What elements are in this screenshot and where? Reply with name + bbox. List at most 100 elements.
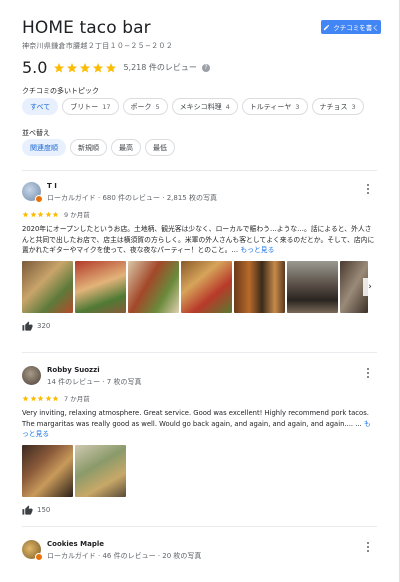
divider [22, 526, 377, 527]
review-photos [22, 444, 377, 497]
review-time: 7 か月前 [64, 395, 90, 403]
sort-lowest[interactable]: 最低 [145, 139, 175, 156]
place-address: 神奈川県鎌倉市腰越２丁目１０−２５−２０２ [22, 42, 174, 50]
reviewer-name[interactable]: T I [47, 182, 217, 190]
reviewer-name[interactable]: Robby Suozzi [47, 366, 142, 374]
topics-label: クチコミの多いトピック [22, 87, 99, 95]
read-more-link[interactable]: もっと見る [240, 246, 274, 254]
star-icon [80, 62, 91, 72]
review-header: T I ローカルガイド · 680 件のレビュー · 2,815 枚の写真 [22, 182, 377, 203]
like-count: 320 [37, 322, 51, 330]
sort-label: 並べ替え [22, 129, 50, 137]
chip-label: ナチョス [319, 102, 348, 111]
reviewer-meta: Cookies Maple ローカルガイド · 46 件のレビュー · 20 枚… [47, 540, 201, 561]
thumb-up-icon[interactable] [22, 504, 33, 516]
local-guide-badge [35, 195, 43, 203]
more-vert-icon[interactable] [365, 542, 371, 552]
write-review-label: クチコミを書く [333, 24, 379, 32]
topic-chip-burrito[interactable]: ブリトー 17 [62, 98, 119, 115]
reviews-panel: HOME taco bar 神奈川県鎌倉市腰越２丁目１０−２５−２０２ クチコミ… [0, 0, 400, 582]
review-photo[interactable] [181, 260, 232, 313]
avatar[interactable] [22, 182, 43, 203]
help-icon[interactable]: ? [201, 63, 210, 72]
star-icon [52, 395, 59, 401]
chip-label: メキシコ料理 [179, 102, 222, 111]
review-header: Cookies Maple ローカルガイド · 46 件のレビュー · 20 枚… [22, 540, 377, 561]
review-photo[interactable] [234, 260, 285, 313]
reviewer-meta: Robby Suozzi 14 件のレビュー · 7 枚の写真 [47, 366, 142, 387]
reviewer-name[interactable]: Cookies Maple [47, 540, 201, 548]
chip-count: 5 [155, 102, 160, 111]
topic-chip-tortilla[interactable]: トルティーヤ 3 [241, 98, 308, 115]
reviewer-stats: ローカルガイド · 680 件のレビュー · 2,815 枚の写真 [47, 194, 217, 202]
average-rating: 5.0 [22, 58, 48, 77]
review-rating: 9 か月前 [22, 209, 377, 219]
review-photo[interactable] [128, 260, 179, 313]
place-header: HOME taco bar 神奈川県鎌倉市腰越２丁目１０−２５−２０２ クチコミ… [22, 18, 381, 51]
star-icon [106, 62, 117, 72]
star-icon [45, 211, 51, 217]
topic-chip-all[interactable]: すべて [22, 98, 59, 115]
thumb-up-icon[interactable] [22, 320, 33, 332]
avatar[interactable] [22, 366, 41, 385]
review-card: Cookies Maple ローカルガイド · 46 件のレビュー · 20 枚… [22, 540, 377, 561]
chip-label: ブリトー [70, 102, 99, 111]
topic-chip-nachos[interactable]: ナチョス 3 [311, 98, 364, 115]
chip-label: トルティーヤ [249, 102, 292, 111]
review-body: 2020年にオープンしたというお店。土地柄、観光客は少なく、ローカルで賑わう…よ… [22, 225, 375, 254]
review-card: T I ローカルガイド · 680 件のレビュー · 2,815 枚の写真 9 … [22, 182, 377, 332]
review-rating: 7 か月前 [22, 393, 377, 403]
chip-label: すべて [30, 102, 51, 111]
like-count: 150 [37, 506, 51, 514]
review-photo[interactable] [22, 260, 73, 313]
star-icon [67, 62, 78, 72]
star-icon [22, 211, 29, 217]
review-card: Robby Suozzi 14 件のレビュー · 7 枚の写真 7 か月前 Ve… [22, 366, 377, 516]
review-body: Very inviting, relaxing atmosphere. Grea… [22, 409, 369, 428]
more-vert-icon[interactable] [365, 368, 371, 378]
chip-count: 3 [295, 102, 300, 111]
reviewer-stats: 14 件のレビュー · 7 枚の写真 [47, 378, 142, 386]
star-icon [30, 395, 36, 401]
write-review-button[interactable]: クチコミを書く [321, 20, 381, 34]
topic-chip-pork[interactable]: ポーク 5 [122, 98, 168, 115]
review-photos: › [22, 260, 377, 313]
more-vert-icon[interactable] [365, 184, 371, 194]
sort-relevance[interactable]: 関連度順 [22, 139, 66, 156]
star-icon [37, 395, 44, 401]
review-time: 9 か月前 [64, 211, 90, 219]
chevron-right-icon[interactable]: › [363, 277, 377, 296]
review-count: 5,218 件のレビュー [123, 63, 197, 72]
divider [22, 170, 377, 171]
review-photo[interactable] [287, 260, 338, 313]
reviewer-meta: T I ローカルガイド · 680 件のレビュー · 2,815 枚の写真 [47, 182, 217, 203]
topic-chip-mexican[interactable]: メキシコ料理 4 [171, 98, 238, 115]
chip-label: ポーク [130, 102, 152, 111]
star-icon [45, 395, 51, 401]
sort-highest[interactable]: 最高 [111, 139, 141, 156]
review-text: Very inviting, relaxing atmosphere. Grea… [22, 408, 377, 440]
sort-chips: 関連度順 新規順 最高 最低 [22, 139, 175, 156]
chip-count: 3 [351, 102, 356, 111]
review-stars [22, 395, 59, 402]
topic-chips: すべて ブリトー 17 ポーク 5 メキシコ料理 4 トルティーヤ 3 ナチョス 3 [22, 98, 364, 115]
star-icon [52, 211, 59, 217]
pencil-icon [324, 24, 330, 30]
sort-newest[interactable]: 新規順 [70, 139, 107, 156]
local-guide-badge [35, 553, 43, 561]
star-icon [37, 211, 44, 217]
avatar[interactable] [22, 540, 43, 561]
star-icon [22, 395, 29, 401]
star-icon [30, 211, 36, 217]
review-photo[interactable] [75, 260, 126, 313]
chip-count: 4 [225, 102, 230, 111]
like-row: 320 [22, 320, 377, 332]
reviewer-stats: ローカルガイド · 46 件のレビュー · 20 枚の写真 [47, 552, 202, 560]
review-stars [22, 211, 59, 218]
rating-stars [53, 62, 117, 74]
review-text: 2020年にオープンしたというお店。土地柄、観光客は少なく、ローカルで賑わう…よ… [22, 224, 377, 256]
review-photo[interactable] [22, 444, 73, 497]
rating-summary: 5.0 5,218 件のレビュー ? [22, 58, 210, 77]
review-photo[interactable] [75, 444, 126, 497]
chip-count: 17 [102, 102, 111, 111]
